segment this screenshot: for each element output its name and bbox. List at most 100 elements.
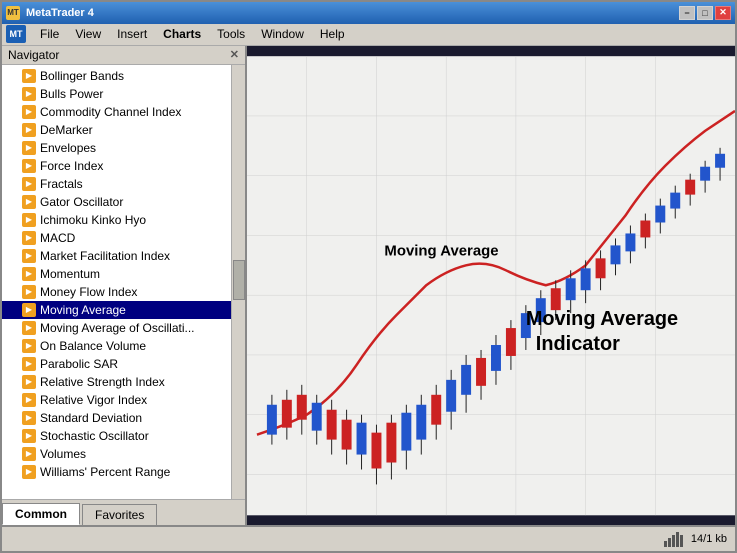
menu-charts[interactable]: Charts [155, 25, 209, 43]
nav-item[interactable]: ▶ Relative Strength Index [2, 373, 245, 391]
nav-item-icon: ▶ [22, 177, 36, 191]
title-bar-text: MetaTrader 4 [26, 7, 94, 19]
nav-item[interactable]: ▶DeMarker [2, 121, 245, 139]
chart-annotation-indicator-line2: Indicator [536, 333, 620, 355]
app-icon: MT [6, 6, 20, 20]
nav-item[interactable]: ▶Moving Average [2, 301, 245, 319]
nav-item[interactable]: ▶ On Balance Volume [2, 337, 245, 355]
minimize-button[interactable]: − [679, 6, 695, 20]
menu-tools[interactable]: Tools [209, 25, 253, 43]
menu-help[interactable]: Help [312, 25, 353, 43]
nav-item-icon: ▶ [22, 357, 36, 371]
nav-item[interactable]: ▶ MACD [2, 229, 245, 247]
nav-item[interactable]: ▶ Standard Deviation [2, 409, 245, 427]
nav-scrollbar[interactable] [231, 65, 245, 499]
nav-item[interactable]: ▶ Money Flow Index [2, 283, 245, 301]
nav-item-label: Ichimoku Kinko Hyo [40, 213, 146, 227]
nav-item-icon: ▶ [22, 447, 36, 461]
menu-file[interactable]: File [32, 25, 67, 43]
nav-item-label: Envelopes [40, 141, 96, 155]
nav-item-icon: ▶ [22, 105, 36, 119]
nav-item-icon: ▶ [22, 231, 36, 245]
menu-bar: MT File View Insert Charts Tools Window … [2, 24, 735, 46]
nav-item[interactable]: ▶ Relative Vigor Index [2, 391, 245, 409]
nav-item-icon: ▶ [22, 339, 36, 353]
close-button[interactable]: ✕ [715, 6, 731, 20]
nav-item-icon: ▶ [22, 375, 36, 389]
nav-item[interactable]: ▶ Moving Average of Oscillati... [2, 319, 245, 337]
nav-item-icon: ▶ [22, 429, 36, 443]
nav-item-icon: ▶ [22, 69, 36, 83]
nav-item-label: Relative Strength Index [40, 375, 165, 389]
title-bar-left: MT MetaTrader 4 [6, 6, 94, 20]
nav-item-label: Stochastic Oscillator [40, 429, 149, 443]
nav-item-label: Bollinger Bands [40, 69, 124, 83]
tab-favorites[interactable]: Favorites [82, 504, 157, 525]
nav-item-label: On Balance Volume [40, 339, 146, 353]
nav-item-icon: ▶ [22, 249, 36, 263]
chart-area: Moving Average Moving Average Indicator [247, 46, 735, 525]
status-right: 14/1 kb [664, 532, 727, 547]
menu-view[interactable]: View [67, 25, 109, 43]
nav-item-label: Force Index [40, 159, 103, 173]
nav-item[interactable]: ▶Fractals [2, 175, 245, 193]
nav-item-label: Commodity Channel Index [40, 105, 181, 119]
status-bar: 14/1 kb [2, 525, 735, 551]
nav-item-label: MACD [40, 231, 75, 245]
nav-item[interactable]: ▶ Williams' Percent Range [2, 463, 245, 481]
nav-item[interactable]: ▶ Parabolic SAR [2, 355, 245, 373]
nav-item[interactable]: ▶Gator Oscillator [2, 193, 245, 211]
nav-item-label: Money Flow Index [40, 285, 137, 299]
nav-item[interactable]: ▶ Bollinger Bands [2, 67, 245, 85]
scrollbar-track [232, 65, 245, 499]
nav-item-label: Williams' Percent Range [40, 465, 170, 479]
navigator-close-btn[interactable]: ✕ [230, 48, 239, 61]
nav-item-icon: ▶ [22, 267, 36, 281]
nav-item-icon: ▶ [22, 285, 36, 299]
maximize-button[interactable]: □ [697, 6, 713, 20]
navigator-header: Navigator ✕ [2, 46, 245, 65]
nav-item[interactable]: ▶ Momentum [2, 265, 245, 283]
menu-window[interactable]: Window [253, 25, 312, 43]
nav-item[interactable]: ▶ Commodity Channel Index [2, 103, 245, 121]
nav-item[interactable]: ▶ Stochastic Oscillator [2, 427, 245, 445]
menu-insert[interactable]: Insert [109, 25, 155, 43]
main-window: MT MetaTrader 4 − □ ✕ MT File View Inser… [0, 0, 737, 553]
nav-item[interactable]: ▶ Force Index [2, 157, 245, 175]
nav-item-label: Standard Deviation [40, 411, 142, 425]
nav-item-label: Moving Average of Oscillati... [40, 321, 195, 335]
chart-annotation-ma: Moving Average [384, 242, 498, 259]
nav-item-label: DeMarker [40, 123, 93, 137]
nav-item[interactable]: ▶Market Facilitation Index [2, 247, 245, 265]
vol-bar-5 [680, 535, 683, 547]
nav-item[interactable]: ▶ Envelopes [2, 139, 245, 157]
nav-item-icon: ▶ [22, 141, 36, 155]
vol-bar-2 [668, 538, 671, 547]
menu-app-icon: MT [6, 25, 26, 43]
scrollbar-thumb[interactable] [233, 260, 245, 300]
main-content: Navigator ✕ ▶ Bollinger Bands ▶Bulls Power… [2, 46, 735, 525]
status-kb-label: 14/1 kb [691, 533, 727, 545]
vol-bar-1 [664, 541, 667, 547]
nav-item-label: Volumes [40, 447, 86, 461]
nav-item[interactable]: ▶ Volumes [2, 445, 245, 463]
vol-bar-3 [672, 535, 675, 547]
vol-bar-4 [676, 532, 679, 547]
title-bar: MT MetaTrader 4 − □ ✕ [2, 2, 735, 24]
navigator-panel: Navigator ✕ ▶ Bollinger Bands ▶Bulls Power… [2, 46, 247, 525]
nav-item-label: Parabolic SAR [40, 357, 118, 371]
nav-list-inner: ▶ Bollinger Bands ▶Bulls Power ▶ Commodity C… [2, 65, 245, 483]
nav-item-icon: ▶ [22, 411, 36, 425]
nav-item-label: Momentum [40, 267, 100, 281]
nav-item[interactable]: ▶Ichimoku Kinko Hyo [2, 211, 245, 229]
nav-item-icon: ▶ [22, 159, 36, 173]
window-controls: − □ ✕ [679, 6, 731, 20]
tab-common[interactable]: Common [2, 503, 80, 525]
nav-item-icon: ▶ [22, 465, 36, 479]
nav-item-icon: ▶ [22, 321, 36, 335]
chart-svg: Moving Average Moving Average Indicator [247, 46, 735, 525]
nav-item-icon: ▶ [22, 393, 36, 407]
nav-item-label: Gator Oscillator [40, 195, 123, 209]
nav-item-label: Relative Vigor Index [40, 393, 147, 407]
nav-item[interactable]: ▶Bulls Power [2, 85, 245, 103]
